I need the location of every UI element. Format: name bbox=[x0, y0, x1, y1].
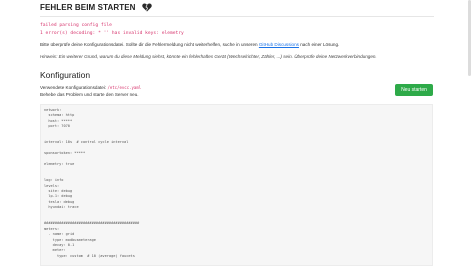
code-line: - name: grid bbox=[44, 232, 75, 237]
code-line: lp-1: debug bbox=[44, 194, 73, 199]
help-note: Bitte überprüfe deine Konfigurationsdate… bbox=[40, 42, 339, 48]
config-code-block: network: schema: http host: ***** port: … bbox=[40, 104, 433, 266]
error-line-1: failed parsing config file bbox=[40, 23, 112, 28]
code-line: log: info bbox=[44, 178, 64, 183]
code-line: ########################################… bbox=[44, 221, 140, 226]
code-line: interval: 10s # control cycle interval bbox=[44, 140, 129, 145]
code-line: host: ***** bbox=[44, 118, 73, 123]
broken-heart-icon bbox=[141, 3, 152, 12]
header-divider bbox=[40, 16, 434, 17]
hint-text: Hinweis: Ein weiterer Grund, warum du di… bbox=[40, 54, 377, 59]
page-title: FEHLER BEIM STARTEN bbox=[40, 3, 136, 12]
code-line: decay: 0.1 bbox=[44, 243, 75, 247]
github-discussions-link[interactable]: GitHub Discussions bbox=[259, 42, 299, 47]
help-note-text: Bitte überprüfe deine Konfigurationsdate… bbox=[40, 42, 259, 47]
code-line: levels: bbox=[44, 183, 60, 188]
config-file-path: /etc/evcc.yaml bbox=[107, 85, 142, 90]
config-file-label: Verwendete Konfigurationsdatei: bbox=[40, 85, 107, 90]
code-line: type: modbusmeterage bbox=[44, 237, 96, 242]
code-line: elemetry: true bbox=[44, 162, 75, 166]
config-file-line: Verwendete Konfigurationsdatei: /etc/evc… bbox=[40, 85, 141, 90]
code-line: network: bbox=[44, 108, 62, 112]
error-line-2: 1 error(s) decoding: * '' has invalid ke… bbox=[40, 31, 184, 36]
code-line: port: 7070 bbox=[44, 124, 70, 129]
code-line: sponsortoken: ***** bbox=[44, 151, 86, 156]
config-instruction: Behebe das Problem und starte den Server… bbox=[40, 92, 139, 97]
code-line: tesla: debug bbox=[44, 199, 75, 204]
scrollbar[interactable] bbox=[468, 0, 471, 76]
code-line: hyundai: trace bbox=[44, 205, 79, 210]
config-title: Konfiguration bbox=[40, 70, 91, 80]
code-line: meters: bbox=[44, 226, 60, 231]
code-line: type: custom # 10 (average) faucets bbox=[44, 253, 135, 258]
code-line: site: debug bbox=[44, 189, 73, 193]
error-message: failed parsing config file 1 error(s) de… bbox=[40, 22, 184, 38]
restart-button[interactable]: Neu starten bbox=[395, 84, 433, 96]
code-line: meter: bbox=[44, 248, 66, 253]
code-line: schema: http bbox=[44, 113, 75, 118]
page-header: FEHLER BEIM STARTEN bbox=[40, 3, 152, 12]
help-note-text-end: nach einer Lösung. bbox=[298, 42, 340, 47]
